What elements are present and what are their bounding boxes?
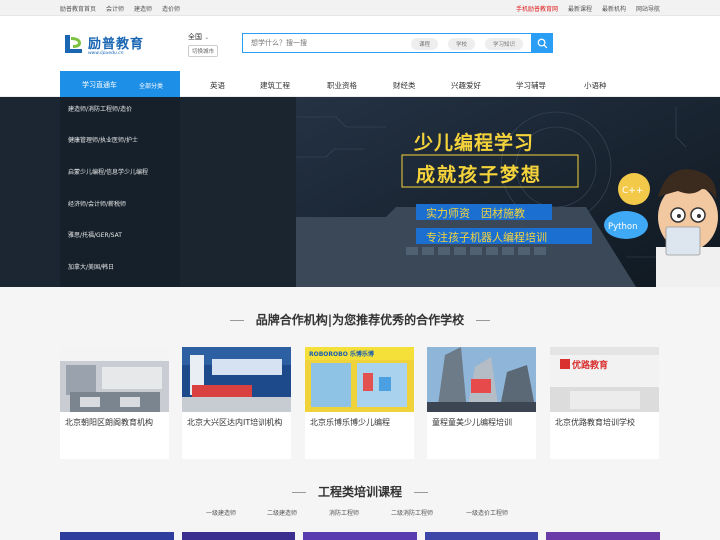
top-link-cost-engineer[interactable]: 造价师 — [162, 4, 180, 13]
logo-url: www.lipuedu.cn — [88, 51, 124, 56]
course-section-title: 工程类培训课程 — [317, 485, 402, 499]
side-menu-item[interactable]: 加拿大/美国/韩日 — [68, 262, 114, 271]
side-menu-item[interactable]: 建造师/消防工程师/造价 — [68, 104, 132, 113]
school-card[interactable]: ROBOROBO 乐博乐博 北京乐博乐博少儿编程 — [305, 347, 414, 459]
nav-item-minor-language[interactable]: 小语种 — [584, 80, 607, 91]
category-menu-button[interactable]: 学习直通车 全部分类 — [60, 71, 180, 97]
python-bubble-icon: Python — [604, 211, 648, 239]
top-link-sitemap[interactable]: 网站导航 — [636, 4, 660, 13]
school-card[interactable]: 童程童美少儿编程培训 — [427, 347, 536, 459]
svg-text:C++: C++ — [622, 186, 643, 196]
chevron-down-icon: ⌄ — [204, 34, 210, 41]
side-menu-item[interactable]: 健康管理师/执业医师/护士 — [68, 135, 138, 144]
banner-slogan-1: 实力师资 因材施教 — [426, 206, 525, 220]
course-card[interactable] — [303, 532, 417, 540]
banner-headline-1: 少儿编程学习 — [413, 131, 534, 154]
cartoon-boy-illustration — [656, 169, 720, 287]
city-name: 全国 — [188, 33, 202, 41]
top-bar: 励普教育首页 会计师 建造师 造价师 手机励普教育网 最新课程 最新机构 网站导… — [0, 0, 720, 16]
course-card[interactable] — [60, 532, 174, 540]
school-name[interactable]: 北京乐博乐博少儿编程 — [310, 417, 410, 428]
school-name[interactable]: 北京优路教育培训学校 — [555, 417, 655, 428]
search-tag-knowledge[interactable]: 学习知识 — [485, 38, 524, 50]
switch-city-button[interactable]: 切换城市 — [188, 45, 219, 57]
brand-section-header: 品牌合作机构|为您推荐优秀的合作学校 — [0, 311, 720, 328]
top-link-mobile[interactable]: 手机励普教育网 — [516, 4, 558, 13]
main-nav: 学习直通车 全部分类 英语 建筑工程 职业资格 财经类 兴趣爱好 学习辅导 小语… — [0, 71, 720, 97]
nav-item-construction[interactable]: 建筑工程 — [260, 80, 290, 91]
course-card[interactable] — [424, 532, 539, 540]
school-name[interactable]: 童程童美少儿编程培训 — [432, 417, 532, 428]
top-link-latest-institutions[interactable]: 最新机构 — [602, 4, 626, 13]
search-icon — [537, 38, 547, 48]
top-link-constructor[interactable]: 建造师 — [134, 4, 152, 13]
store-sign: 优路教育 — [572, 359, 608, 371]
school-photo — [427, 347, 536, 412]
banner-slogan-2: 专注孩子机器人编程培训 — [426, 230, 547, 244]
side-menu-item[interactable]: 雅思/托福/GER/SAT — [68, 230, 122, 239]
search-tag-school[interactable]: 学校 — [448, 38, 476, 50]
svg-text:Python: Python — [608, 222, 637, 232]
search-input[interactable] — [243, 34, 403, 52]
top-link-latest-courses[interactable]: 最新课程 — [568, 4, 592, 13]
course-tab[interactable]: 一级建造师 — [206, 508, 236, 517]
all-categories-link[interactable]: 全部分类 — [139, 81, 163, 90]
city-selector[interactable]: 全国 ⌄ 切换城市 — [188, 32, 219, 57]
school-card[interactable]: 北京朝阳区朗阁教育机构 — [60, 347, 169, 459]
header: 励普教育 www.lipuedu.cn 全国 ⌄ 切换城市 课程 学校 学习知识 — [0, 16, 720, 71]
course-tab[interactable]: 一级造价工程师 — [466, 508, 508, 517]
logo-name: 励普教育 — [88, 37, 145, 52]
top-link-accountant[interactable]: 会计师 — [106, 4, 124, 13]
banner-left-panel — [180, 97, 296, 287]
top-link-home[interactable]: 励普教育首页 — [60, 4, 96, 13]
nav-item-qualification[interactable]: 职业资格 — [327, 80, 357, 91]
search-box: 课程 学校 学习知识 — [242, 33, 553, 53]
school-photo — [60, 347, 169, 412]
side-menu-item[interactable]: 启蒙少儿编程/信息学少儿编程 — [68, 167, 148, 176]
school-name[interactable]: 北京朝阳区朗阁教育机构 — [65, 417, 165, 428]
title-divider — [229, 320, 244, 321]
side-menu-item[interactable]: 经济师/会计师/薪税师 — [68, 199, 126, 208]
cpp-bubble-icon: C++ — [618, 173, 650, 205]
course-tab[interactable]: 二级建造师 — [267, 508, 297, 517]
course-section-header: 工程类培训课程 — [0, 483, 720, 500]
course-card-row — [60, 532, 660, 540]
school-photo: ROBOROBO 乐博乐博 — [305, 347, 414, 412]
banner-headline-2: 成就孩子梦想 — [416, 163, 542, 186]
search-tag-course[interactable]: 课程 — [411, 38, 439, 50]
title-divider — [414, 492, 428, 493]
school-name[interactable]: 北京大兴区达内IT培训机构 — [187, 417, 287, 428]
school-card[interactable]: 北京大兴区达内IT培训机构 — [182, 347, 291, 459]
school-photo — [182, 347, 291, 412]
title-divider — [291, 492, 306, 493]
logo[interactable]: 励普教育 www.lipuedu.cn — [62, 32, 144, 60]
school-card[interactable]: 优路教育 北京优路教育培训学校 — [550, 347, 659, 459]
school-photo: 优路教育 — [550, 347, 659, 412]
nav-item-tutoring[interactable]: 学习辅导 — [516, 80, 546, 91]
side-category-menu: 建造师/消防工程师/造价 健康管理师/执业医师/护士 启蒙少儿编程/信息学少儿编… — [60, 97, 180, 287]
nav-item-hobby[interactable]: 兴趣爱好 — [451, 80, 481, 91]
nav-item-finance[interactable]: 财经类 — [393, 80, 416, 91]
banner-image[interactable]: 少儿编程学习 成就孩子梦想 实力师资 因材施教 专注孩子机器人编程培训 C++ … — [296, 97, 720, 287]
category-label: 学习直通车 — [82, 81, 117, 89]
course-card[interactable] — [546, 532, 660, 540]
course-tab[interactable]: 二级消防工程师 — [391, 508, 433, 517]
course-card[interactable] — [181, 532, 296, 540]
logo-mark-icon — [65, 35, 82, 53]
search-button[interactable] — [531, 33, 553, 53]
course-tab[interactable]: 消防工程师 — [329, 508, 359, 517]
nav-item-english[interactable]: 英语 — [210, 80, 225, 91]
store-sign: ROBOROBO 乐博乐博 — [309, 350, 374, 358]
title-divider — [476, 320, 491, 321]
brand-section-title: 品牌合作机构|为您推荐优秀的合作学校 — [255, 313, 465, 327]
